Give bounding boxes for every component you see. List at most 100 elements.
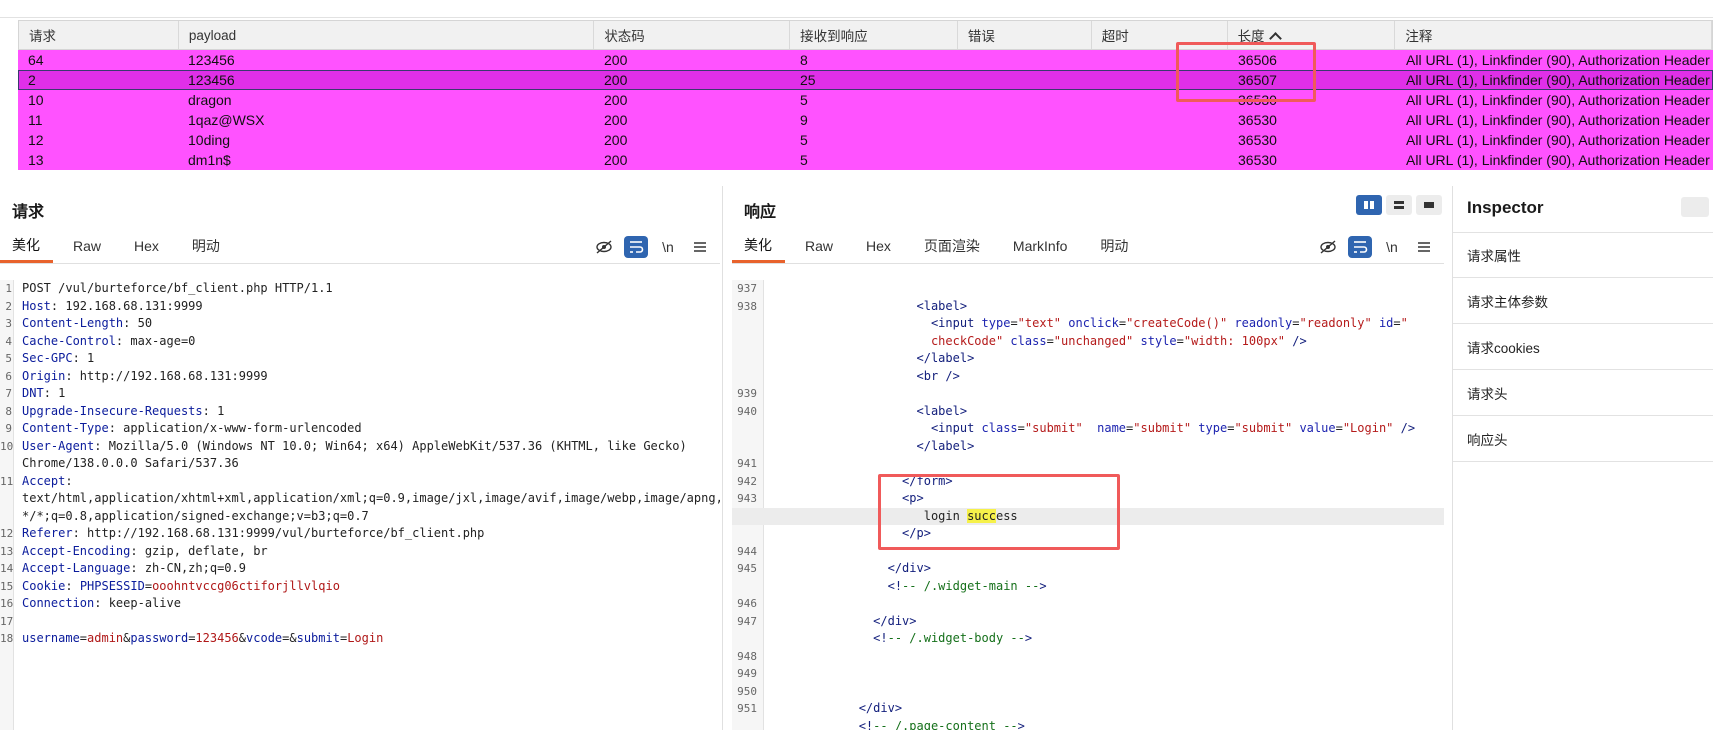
code-token: = [144,578,153,593]
code-token: -- /.page-content -- [873,718,1018,730]
code-token: Accept [22,473,66,488]
code-line: <input type="text" onclick="createCode()… [732,315,1444,333]
response-tab-mingdong[interactable]: 明动 [1088,229,1141,263]
table-row[interactable]: 13 dm1n$ 200 5 36530 All URL (1), Linkfinder … [18,150,1713,170]
response-tab-hex[interactable]: Hex [854,229,904,263]
code-token: "createCode()" [1126,316,1228,330]
line-number: 15 [0,579,14,593]
line-number: 13 [0,544,14,558]
code-line: 12 Referer: http://192.168.68.131:9999/vu… [0,525,720,543]
table-row[interactable]: 10 dragon 200 5 36530 All URL (1), Linkfinder… [18,90,1713,110]
code-line: 941 [732,455,1444,473]
code-token: : application/x-www-form-urlencoded [108,421,362,435]
line-number: 7 [5,387,12,400]
inspector-item-request-cookies[interactable]: 请求cookies [1453,324,1713,370]
cell-note: All URL (1), Linkfinder (90), Authorizat… [1406,112,1710,128]
table-row[interactable]: 11 1qaz@WSX 200 9 36530 All URL (1), Linkfind… [18,110,1713,130]
line-number: 18 [0,632,14,645]
code-token: "submit" [1024,421,1083,435]
column-header-status[interactable]: 状态码 [594,21,791,49]
inspector-layout-icon[interactable] [1681,197,1709,217]
cell-note: All URL (1), Linkfinder (90), Authorizat… [1406,72,1710,88]
code-token: : [65,473,73,488]
column-header-error[interactable]: 错误 [958,21,1092,49]
table-row[interactable]: 2 123456 200 25 36507 All URL (1), Linkfinder… [18,70,1713,90]
code-token: <! [887,578,903,593]
code-token: Origin [22,368,66,383]
menu-icon[interactable] [1412,236,1436,258]
line-number: 11 [0,474,14,488]
code-token: = [1393,316,1401,330]
column-header-payload[interactable]: payload [179,21,595,49]
request-tab-hex[interactable]: Hex [122,229,172,263]
inspector-item-response-headers[interactable]: 响应头 [1453,416,1713,462]
code-line: 14 Accept-Language: zh-CN,zh;q=0.9 [0,560,720,578]
code-line: text/html,application/xhtml+xml,applicat… [0,490,720,508]
response-tab-raw[interactable]: Raw [793,229,846,263]
split-vertical-icon[interactable] [1356,195,1382,215]
request-tab-raw[interactable]: Raw [61,229,114,263]
line-text: checkCode" class="unchanged" style="widt… [772,333,1307,351]
code-line: 940 <label> [732,403,1444,421]
column-header-response-received[interactable]: 接收到响应 [790,21,958,49]
code-token: type [981,316,1011,330]
login-success-highlight-box [878,474,1120,550]
table-row[interactable]: 12 10ding 200 5 36530 All URL (1), Linkfinder… [18,130,1713,150]
response-tab-render[interactable]: 页面渲染 [912,229,993,263]
table-row[interactable]: 64 123456 200 8 36506 All URL (1), Linkfinder… [18,50,1713,70]
inspector-sections: 请求属性 请求主体参数 请求cookies 请求头 响应头 [1453,232,1713,462]
line-number: 944 [737,544,757,558]
code-line: 4 Cache-Control: max-age=0 [0,333,720,351]
inspector-item-request-attributes[interactable]: 请求属性 [1453,232,1713,278]
code-line: checkCode" class="unchanged" style="widt… [732,333,1444,351]
cell-status: 200 [604,72,628,88]
line-text: Referer: http://192.168.68.131:9999/vul/… [22,525,484,543]
code-line: 1 POST /vul/burteforce/bf_client.php HTTP… [0,280,720,298]
pane-divider[interactable] [722,186,723,730]
response-tab-pretty[interactable]: 美化 [732,229,785,263]
response-tab-markinfo[interactable]: MarkInfo [1001,229,1080,263]
intruder-results-table: 请求 payload 状态码 接收到响应 错误 超时 长度 注释 64 12345… [18,20,1713,178]
line-text: <br /> [772,368,960,386]
code-token: -- /.widget-body -- [887,631,1025,645]
column-header-request[interactable]: 请求 [19,21,179,49]
single-view-icon[interactable] [1416,195,1442,215]
code-token: name [1082,421,1127,435]
code-token: : 50 [123,316,153,330]
split-horizontal-icon[interactable] [1386,195,1412,215]
line-number: 941 [737,457,757,470]
word-wrap-icon[interactable] [1348,236,1372,258]
newline-toggle-button[interactable]: \n [656,236,680,258]
hide-nonprintable-icon[interactable] [592,236,616,258]
code-token: : gzip, deflate, br [130,543,268,558]
request-tab-mingdong[interactable]: 明动 [180,229,233,263]
request-tab-pretty[interactable]: 美化 [0,229,53,263]
code-line: 3 Content-Length: 50 [0,315,720,333]
code-token: : zh-CN,zh;q=0.9 [130,561,246,575]
cell-note: All URL (1), Linkfinder (90), Authorizat… [1406,92,1710,108]
newline-toggle-button[interactable]: \n [1380,236,1404,258]
line-text: <!-- /.widget-main --> [772,578,1047,596]
code-line: 6 Origin: http://192.168.68.131:9999 [0,368,720,386]
line-number: 943 [737,492,757,505]
code-line: 945 </div> [732,560,1444,578]
request-editor[interactable]: 1 POST /vul/burteforce/bf_client.php HTTP… [0,280,720,730]
code-token: */*;q=0.8,application/signed-exchange;v=… [22,508,369,523]
inspector-item-request-headers[interactable]: 请求头 [1453,370,1713,416]
hide-nonprintable-icon[interactable] [1316,236,1340,258]
code-token: Accept-Language [22,561,131,575]
line-number: 4 [5,334,12,348]
code-token: type [1191,421,1228,435]
code-token: : max-age=0 [115,333,196,348]
menu-icon[interactable] [688,236,712,258]
inspector-item-request-body-params[interactable]: 请求主体参数 [1453,278,1713,324]
column-header-comment[interactable]: 注释 [1395,21,1712,49]
line-number: 8 [5,404,12,418]
word-wrap-icon[interactable] [624,236,648,258]
line-text: Sec-GPC: 1 [22,350,94,368]
top-strip [0,0,1713,18]
code-token: User-Agent [22,438,95,453]
